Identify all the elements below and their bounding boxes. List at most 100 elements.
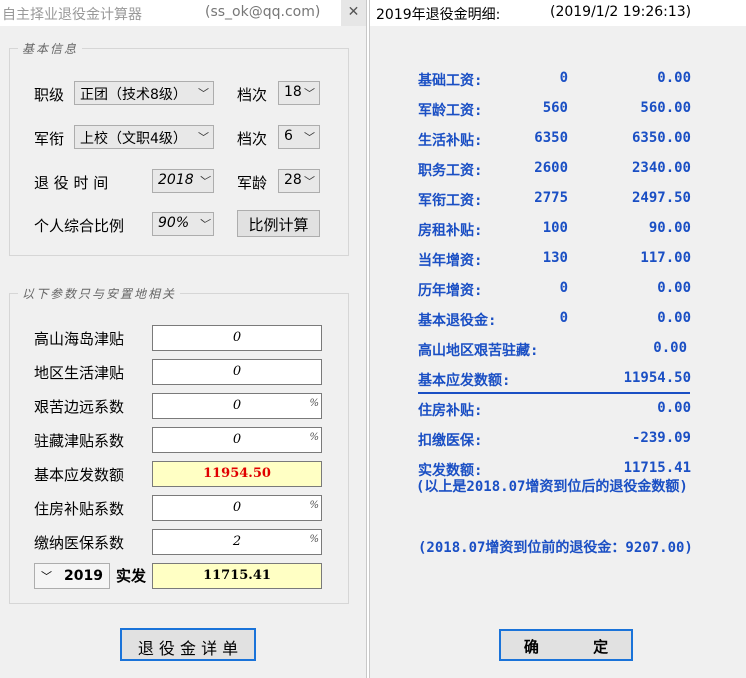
detail-window: 2019年退役金明细: (2019/1/2 19:26:13) 基础工资: 0 … <box>369 0 746 678</box>
housing-label: 住房补贴: <box>418 403 483 419</box>
ok-button[interactable]: 确 定 <box>499 629 633 661</box>
retire-year-select[interactable]: 2018 ﹀ <box>152 169 214 193</box>
chevron-down-icon: ﹀ <box>198 131 209 144</box>
percent-sign: % <box>309 398 319 409</box>
row-base-value: 0 <box>559 310 568 326</box>
field-value: 0 <box>232 432 242 447</box>
row-label: 生活补贴: <box>418 133 483 149</box>
row-label: 历年增资: <box>418 283 483 299</box>
window-title: 自主择业退役金计算器 <box>2 7 142 23</box>
retirement-detail-button[interactable]: 退 役 金 详 单 <box>120 628 256 661</box>
housing-value: 0.00 <box>657 400 691 416</box>
row-actual-value: 0.00 <box>657 70 691 86</box>
grade-label-1: 档次 <box>237 86 268 104</box>
housing-subsidy-coefficient-input[interactable]: 0 % <box>152 495 322 521</box>
row-actual-value: 2497.50 <box>631 190 691 206</box>
retire-year-select-value: 2018 <box>158 172 194 188</box>
calculator-titlebar: 自主择业退役金计算器 (ss_ok@qq.com) ✕ <box>0 0 366 26</box>
basic-info-legend: 基本信息 <box>18 40 83 57</box>
grade-select-2[interactable]: 6 ﹀ <box>278 125 320 149</box>
ratio-calc-button[interactable]: 比例计算 <box>237 210 320 237</box>
field-value: 0 <box>232 500 242 515</box>
tibet-allowance-coefficient-input[interactable]: 0 % <box>152 427 322 453</box>
percent-sign: % <box>309 500 319 511</box>
field-value: 0 <box>232 330 242 345</box>
military-age-select[interactable]: 28 ﹀ <box>278 169 320 193</box>
military-rank-select-value: 上校（文职4级） <box>80 131 187 147</box>
row-label: 基本应发数额: <box>418 373 511 389</box>
field-label: 基本应发数额 <box>34 466 125 484</box>
row-label: 房租补贴: <box>418 223 483 239</box>
row-base-value: 2775 <box>534 190 568 206</box>
grade-select-1[interactable]: 18 ﹀ <box>278 81 320 105</box>
military-rank-label: 军衔 <box>34 130 65 148</box>
row-actual-value: 6350.00 <box>631 130 691 146</box>
grade-select-2-value: 6 <box>284 128 293 144</box>
medical-insurance-coefficient-input[interactable]: 2 % <box>152 529 322 555</box>
grade-label-2: 档次 <box>237 130 268 148</box>
row-label: 当年增资: <box>418 253 483 269</box>
grade-select-1-value: 18 <box>284 84 302 100</box>
field-label: 缴纳医保系数 <box>34 534 125 552</box>
medical-label: 扣缴医保: <box>418 433 483 449</box>
chevron-down-icon: ﹀ <box>304 175 315 188</box>
divider <box>418 392 690 394</box>
field-value: 11954.50 <box>203 466 271 481</box>
calculator-window: 自主择业退役金计算器 (ss_ok@qq.com) ✕ 基本信息 职级 正团（技… <box>0 0 367 678</box>
field-value: 0 <box>232 364 242 379</box>
row-label: 职务工资: <box>418 163 483 179</box>
field-label: 高山海岛津贴 <box>34 330 125 348</box>
row-actual-value: 2340.00 <box>631 160 691 176</box>
chevron-down-icon: ﹀ <box>198 218 209 231</box>
field-value: 11715.41 <box>203 568 271 583</box>
basic-payable-amount-field: 11954.50 <box>152 461 322 487</box>
row-base-value: 0 <box>559 280 568 296</box>
row-actual-value: 560.00 <box>640 100 691 116</box>
detail-title: 2019年退役金明细: <box>376 7 501 23</box>
row-base-value: 560 <box>542 100 568 116</box>
actual-amount-value: 11715.41 <box>623 460 691 476</box>
hardship-coefficient-input[interactable]: 0 % <box>152 393 322 419</box>
military-age-label: 军龄 <box>237 174 268 192</box>
percent-sign: % <box>309 432 319 443</box>
year-select-value: 2019 <box>64 568 103 584</box>
rank-label: 职级 <box>34 86 65 104</box>
row-label: 基础工资: <box>418 73 483 89</box>
field-label: 地区生活津贴 <box>34 364 125 382</box>
rank-select-value: 正团（技术8级） <box>80 87 187 103</box>
chevron-down-icon: ﹀ <box>198 87 209 100</box>
contact-email: (ss_ok@qq.com) <box>205 4 321 20</box>
military-rank-select[interactable]: 上校（文职4级） ﹀ <box>74 125 214 149</box>
actual-label: 实发 <box>116 567 147 585</box>
mountain-island-allowance-input[interactable]: 0 <box>152 325 322 351</box>
detail-titlebar: 2019年退役金明细: (2019/1/2 19:26:13) <box>370 0 746 26</box>
field-value: 2 <box>232 534 242 549</box>
medical-value: -239.09 <box>631 430 691 446</box>
close-icon[interactable]: ✕ <box>341 0 366 26</box>
field-label: 住房补贴系数 <box>34 500 125 518</box>
rank-select[interactable]: 正团（技术8级） ﹀ <box>74 81 214 105</box>
military-age-select-value: 28 <box>284 172 302 188</box>
year-select[interactable]: ﹀ 2019 <box>34 563 110 589</box>
actual-amount-field: 11715.41 <box>152 563 322 589</box>
row-label: 高山地区艰苦驻藏: <box>418 343 539 359</box>
chevron-down-icon: ﹀ <box>304 87 315 100</box>
note-after-raise: (以上是2018.07增资到位后的退役金数额) <box>416 479 688 495</box>
row-actual-value: 0.00 <box>657 310 691 326</box>
detail-timestamp: (2019/1/2 19:26:13) <box>550 4 692 20</box>
note-before-raise: (2018.07增资到位前的退役金：9207.00) <box>418 540 693 556</box>
field-label: 驻藏津贴系数 <box>34 432 125 450</box>
percent-sign: % <box>309 534 319 545</box>
row-actual-value: 0.00 <box>653 340 687 356</box>
regional-living-allowance-input[interactable]: 0 <box>152 359 322 385</box>
row-base-value: 0 <box>559 70 568 86</box>
row-label: 军衔工资: <box>418 193 483 209</box>
row-base-value: 100 <box>542 220 568 236</box>
ratio-select-value: 90% <box>158 215 190 231</box>
chevron-down-icon: ﹀ <box>41 570 52 583</box>
row-base-value: 2600 <box>534 160 568 176</box>
row-actual-value: 0.00 <box>657 280 691 296</box>
ratio-select[interactable]: 90% ﹀ <box>152 212 214 236</box>
chevron-down-icon: ﹀ <box>304 131 315 144</box>
row-actual-value: 90.00 <box>648 220 691 236</box>
